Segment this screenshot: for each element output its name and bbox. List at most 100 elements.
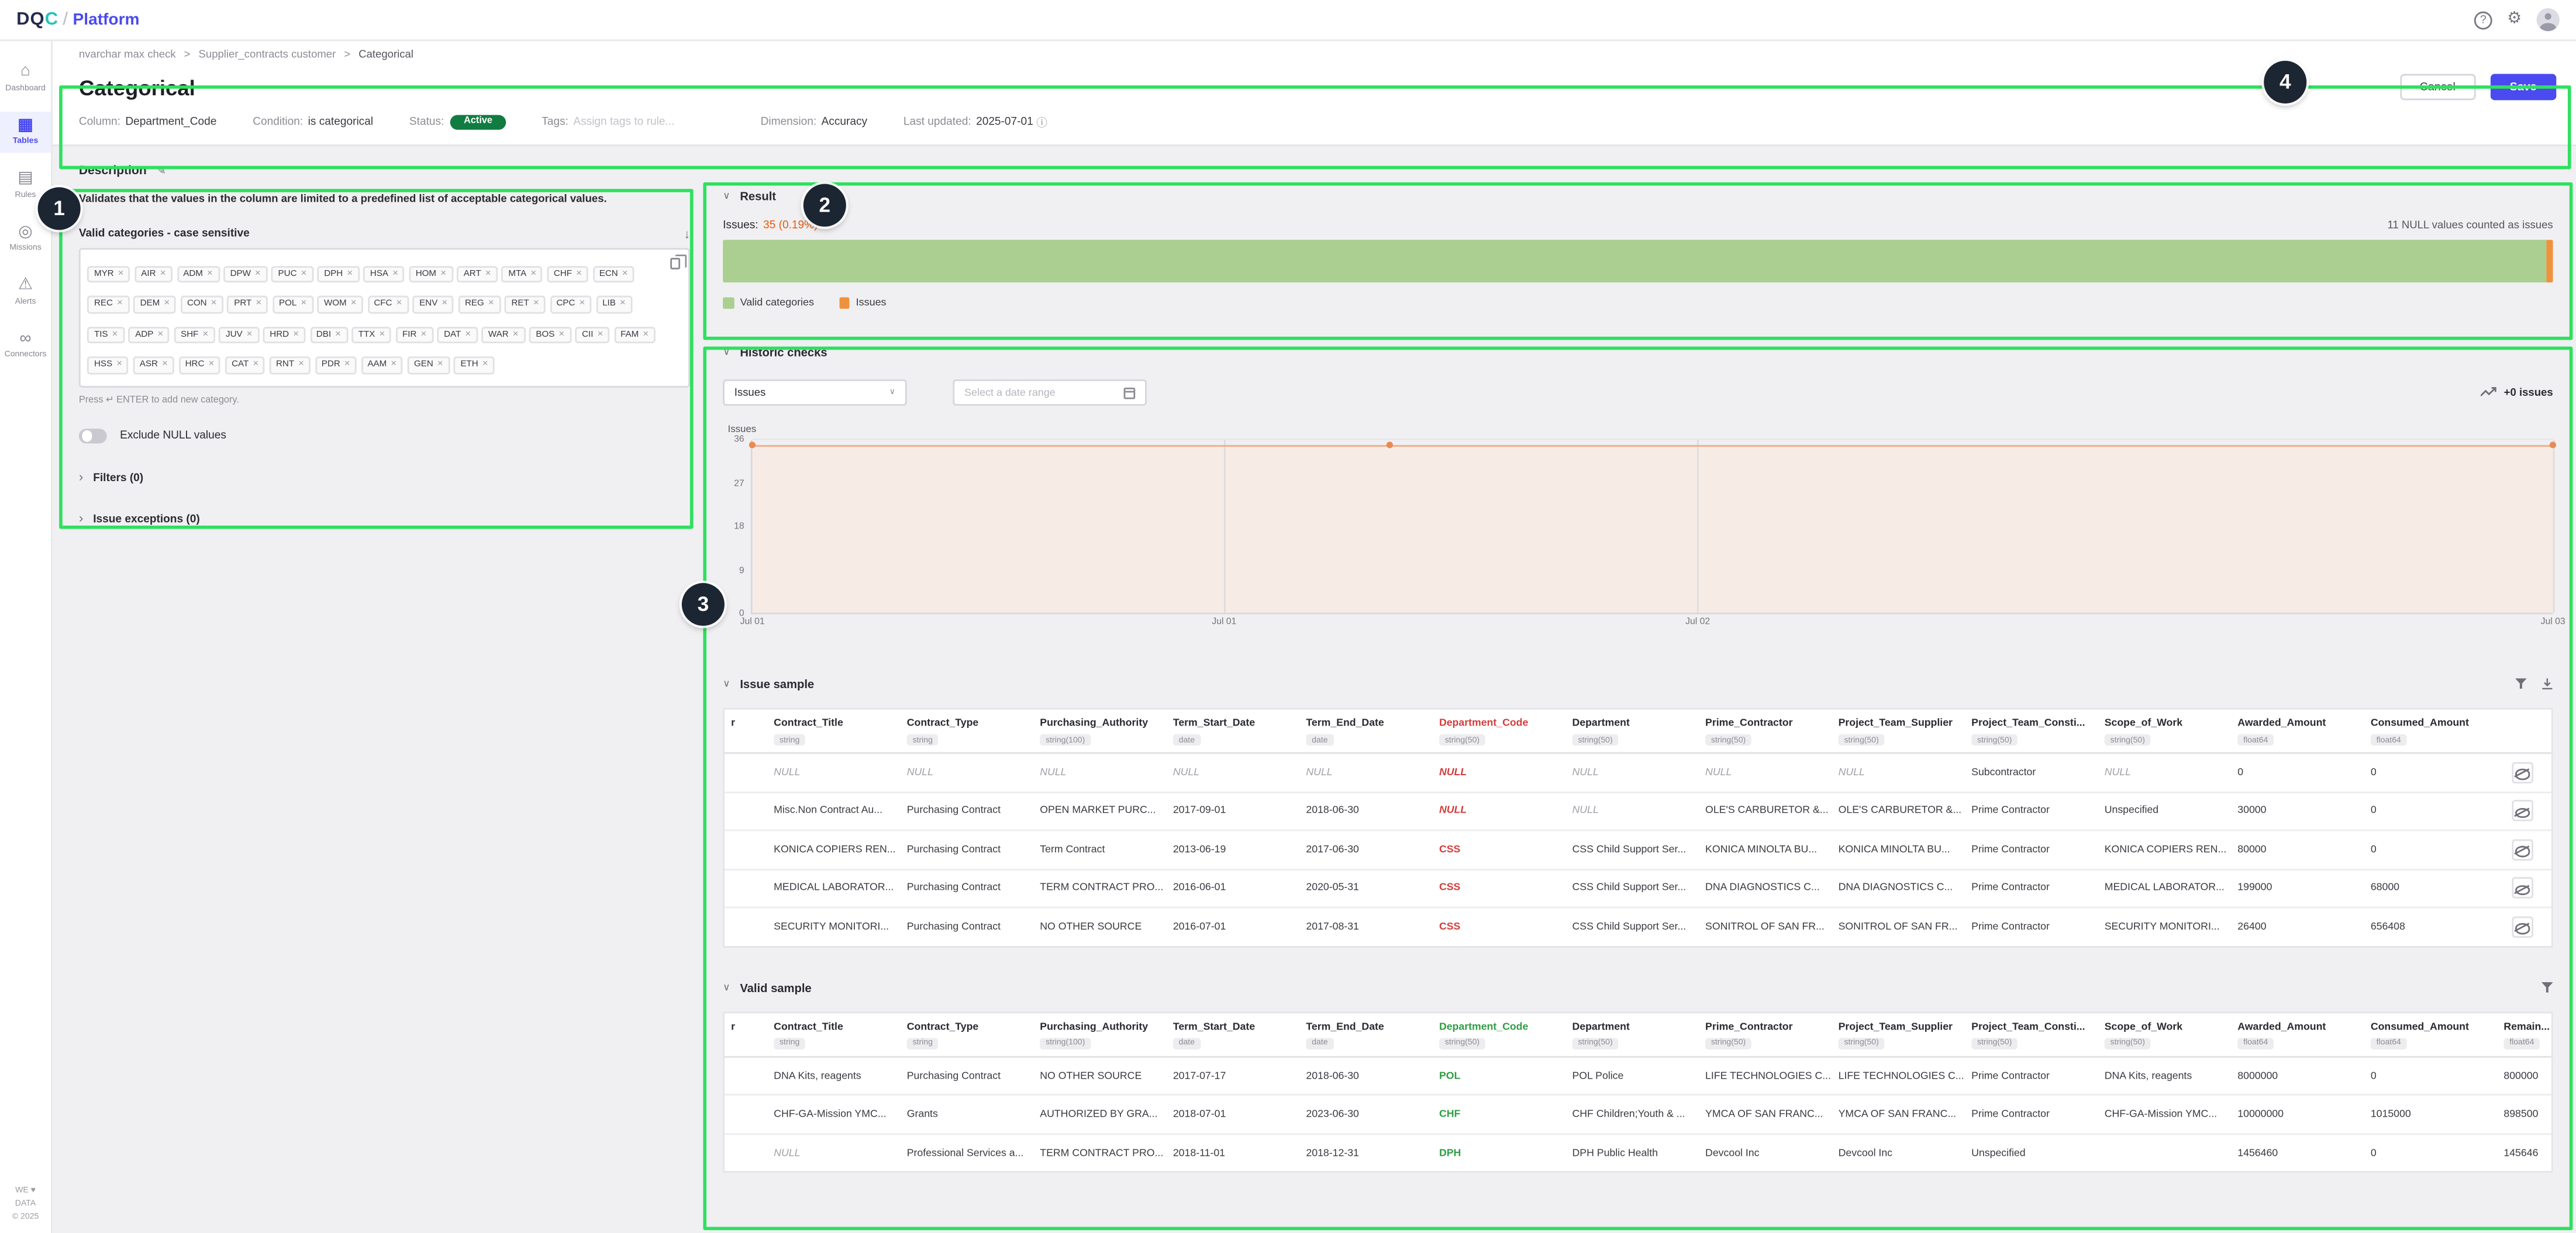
- tags-input[interactable]: [573, 116, 724, 127]
- category-chip[interactable]: WAR×: [482, 326, 525, 343]
- chip-remove-icon[interactable]: ×: [255, 269, 261, 279]
- category-chip[interactable]: MYR×: [88, 265, 130, 282]
- result-section-header[interactable]: ∨ Result: [723, 189, 2553, 203]
- more-options-button[interactable]: ⋯: [2357, 78, 2385, 96]
- category-chip[interactable]: HRD×: [263, 326, 305, 343]
- chip-remove-icon[interactable]: ×: [160, 269, 166, 279]
- chip-remove-icon[interactable]: ×: [202, 330, 208, 340]
- chip-remove-icon[interactable]: ×: [247, 330, 253, 340]
- category-chip[interactable]: HSA×: [364, 265, 405, 282]
- category-chip[interactable]: SHF×: [174, 326, 215, 343]
- info-icon[interactable]: ⓘ: [1036, 113, 1047, 130]
- help-icon[interactable]: ?: [2474, 11, 2492, 29]
- category-chip[interactable]: TTX×: [351, 326, 391, 343]
- category-chip[interactable]: DAT×: [437, 326, 478, 343]
- chip-remove-icon[interactable]: ×: [208, 360, 214, 370]
- category-chip[interactable]: LIB×: [596, 296, 632, 313]
- category-chip[interactable]: TIS×: [88, 326, 125, 343]
- date-range-input[interactable]: [964, 387, 1109, 399]
- filter-icon[interactable]: [2541, 982, 2553, 993]
- copy-icon[interactable]: [670, 258, 680, 270]
- cancel-button[interactable]: Cancel: [2400, 74, 2475, 100]
- chip-remove-icon[interactable]: ×: [344, 360, 350, 370]
- category-chip[interactable]: ADP×: [129, 326, 170, 343]
- category-chip[interactable]: FAM×: [614, 326, 656, 343]
- chip-remove-icon[interactable]: ×: [301, 299, 306, 309]
- category-chip[interactable]: AIR×: [135, 265, 173, 282]
- category-chip[interactable]: ETH×: [454, 357, 495, 374]
- category-chip[interactable]: ENV×: [413, 296, 454, 313]
- chip-remove-icon[interactable]: ×: [513, 330, 519, 340]
- sidebar-item-tables[interactable]: ▦Tables: [0, 111, 51, 153]
- chip-remove-icon[interactable]: ×: [253, 360, 258, 370]
- category-chip[interactable]: DPH×: [318, 265, 359, 282]
- category-chip[interactable]: POL×: [273, 296, 313, 313]
- chip-remove-icon[interactable]: ×: [293, 330, 299, 340]
- hide-row-button[interactable]: [2511, 762, 2533, 783]
- chip-remove-icon[interactable]: ×: [351, 299, 357, 309]
- chip-remove-icon[interactable]: ×: [579, 299, 585, 309]
- chip-remove-icon[interactable]: ×: [117, 299, 123, 309]
- issue-exceptions-toggle[interactable]: › Issue exceptions (0): [79, 513, 690, 526]
- category-chip[interactable]: JUV×: [219, 326, 259, 343]
- chip-remove-icon[interactable]: ×: [396, 299, 402, 309]
- exclude-null-toggle[interactable]: [79, 429, 107, 444]
- save-button[interactable]: Save: [2490, 74, 2556, 100]
- category-chip[interactable]: ASR×: [133, 357, 175, 374]
- metric-select[interactable]: Issues ∨: [723, 379, 907, 406]
- chip-remove-icon[interactable]: ×: [643, 330, 649, 340]
- sidebar-item-dashboard[interactable]: ⌂Dashboard: [0, 57, 51, 99]
- category-chip[interactable]: ADM×: [177, 265, 219, 282]
- edit-description-icon[interactable]: ✎: [157, 164, 167, 177]
- chip-remove-icon[interactable]: ×: [465, 330, 471, 340]
- category-chip[interactable]: ART×: [457, 265, 497, 282]
- chip-remove-icon[interactable]: ×: [530, 269, 536, 279]
- chip-remove-icon[interactable]: ×: [392, 269, 398, 279]
- filter-icon[interactable]: [2515, 678, 2527, 690]
- hide-row-button[interactable]: [2511, 800, 2533, 822]
- categories-input[interactable]: MYR×AIR×ADM×DPW×PUC×DPH×HSA×HOM×ART×MTA×…: [79, 248, 690, 388]
- sidebar-item-missions[interactable]: ◎Missions: [0, 217, 51, 260]
- category-chip[interactable]: RET×: [505, 296, 546, 313]
- valid-sample-header[interactable]: ∨ Valid sample: [723, 980, 2553, 994]
- chip-remove-icon[interactable]: ×: [620, 299, 626, 309]
- chip-remove-icon[interactable]: ×: [347, 269, 353, 279]
- category-chip[interactable]: AAM×: [361, 357, 403, 374]
- breadcrumb-item[interactable]: Supplier_contracts customer: [199, 49, 336, 61]
- category-chip[interactable]: CAT×: [225, 357, 265, 374]
- date-range-picker[interactable]: [953, 379, 1146, 406]
- chip-remove-icon[interactable]: ×: [157, 330, 163, 340]
- chip-remove-icon[interactable]: ×: [576, 269, 582, 279]
- category-chip[interactable]: REC×: [88, 296, 129, 313]
- category-chip[interactable]: RNT×: [270, 357, 311, 374]
- settings-wrench-icon[interactable]: ⚙: [2507, 12, 2522, 28]
- chip-remove-icon[interactable]: ×: [482, 360, 488, 370]
- historic-section-header[interactable]: ∨ Historic checks: [723, 345, 2553, 360]
- chart-data-point[interactable]: [2550, 441, 2557, 448]
- category-chip[interactable]: DPW×: [223, 265, 267, 282]
- category-chip[interactable]: GEN×: [408, 357, 450, 374]
- chip-remove-icon[interactable]: ×: [164, 299, 170, 309]
- chip-remove-icon[interactable]: ×: [379, 330, 385, 340]
- category-chip[interactable]: DEM×: [133, 296, 176, 313]
- sidebar-item-connectors[interactable]: ∞Connectors: [0, 324, 51, 367]
- hide-row-button[interactable]: [2511, 916, 2533, 938]
- category-chip[interactable]: REG×: [458, 296, 501, 313]
- category-chip[interactable]: CON×: [181, 296, 223, 313]
- chip-remove-icon[interactable]: ×: [437, 360, 443, 370]
- chip-remove-icon[interactable]: ×: [112, 330, 118, 340]
- category-chip[interactable]: HOM×: [409, 265, 453, 282]
- chip-remove-icon[interactable]: ×: [533, 299, 539, 309]
- filters-section-toggle[interactable]: › Filters (0): [79, 472, 690, 485]
- chip-remove-icon[interactable]: ×: [442, 299, 447, 309]
- chip-remove-icon[interactable]: ×: [207, 269, 213, 279]
- chip-remove-icon[interactable]: ×: [558, 330, 564, 340]
- category-chip[interactable]: PDR×: [315, 357, 357, 374]
- category-chip[interactable]: FIR×: [396, 326, 433, 343]
- chip-remove-icon[interactable]: ×: [116, 360, 122, 370]
- category-chip[interactable]: MTA×: [502, 265, 543, 282]
- chip-remove-icon[interactable]: ×: [298, 360, 304, 370]
- chip-remove-icon[interactable]: ×: [256, 299, 261, 309]
- chip-remove-icon[interactable]: ×: [485, 269, 491, 279]
- hide-row-button[interactable]: [2511, 878, 2533, 899]
